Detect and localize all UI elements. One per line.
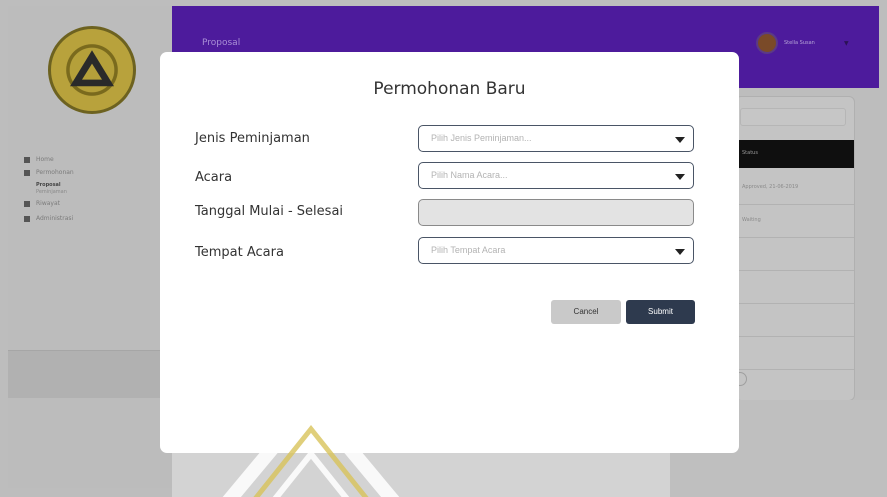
sidebar-item-riwayat[interactable]: Riwayat <box>24 200 74 207</box>
tanggal-label: Tanggal Mulai - Selesai <box>195 204 344 219</box>
admin-icon <box>24 216 30 222</box>
table-row: Waiting <box>736 205 854 238</box>
university-logo <box>48 26 136 114</box>
acara-label: Acara <box>195 170 233 185</box>
chevron-down-icon <box>675 137 685 143</box>
sidebar: Home Permohonan Proposal Peminjaman Riwa… <box>8 6 172 488</box>
new-request-modal: Permohonan Baru Jenis Peminjaman Pilih J… <box>160 52 739 453</box>
tempat-acara-select[interactable]: Pilih Tempat Acara <box>418 237 694 264</box>
sidebar-item-administrasi[interactable]: Administrasi <box>24 215 74 222</box>
jenis-peminjaman-label: Jenis Peminjaman <box>195 131 310 146</box>
jenis-peminjaman-placeholder: Pilih Jenis Peminjaman... <box>431 133 532 143</box>
table-row <box>736 238 854 271</box>
table-row <box>736 304 854 337</box>
avatar[interactable] <box>756 32 778 54</box>
tanggal-input <box>418 199 694 226</box>
chevron-down-icon <box>675 174 685 180</box>
sidebar-item-home[interactable]: Home <box>24 156 74 163</box>
status-column-header: Status <box>742 150 758 156</box>
table-row <box>736 271 854 304</box>
history-icon <box>24 201 30 207</box>
submit-button[interactable]: Submit <box>626 300 695 324</box>
tempat-acara-placeholder: Pilih Tempat Acara <box>431 245 506 255</box>
chevron-down-icon <box>675 249 685 255</box>
user-name[interactable]: Stella Susan <box>784 40 815 46</box>
folder-icon <box>24 170 30 176</box>
sidebar-menu: Home Permohonan Proposal Peminjaman Riwa… <box>24 156 74 228</box>
page-title: Proposal <box>202 38 241 48</box>
acara-select[interactable]: Pilih Nama Acara... <box>418 162 694 189</box>
cancel-button[interactable]: Cancel <box>551 300 621 324</box>
sidebar-subitem-peminjaman[interactable]: Peminjaman <box>36 189 74 196</box>
table-row <box>736 337 854 370</box>
table-row: Approved, 21-06-2019 <box>736 172 854 205</box>
sidebar-subitem-proposal[interactable]: Proposal <box>36 182 74 189</box>
table-header: Status <box>736 140 854 168</box>
sidebar-footer <box>8 350 172 398</box>
acara-placeholder: Pilih Nama Acara... <box>431 170 508 180</box>
home-icon <box>24 157 30 163</box>
table-search-input[interactable] <box>740 108 846 126</box>
sidebar-item-permohonan[interactable]: Permohonan <box>24 169 74 176</box>
tempat-acara-label: Tempat Acara <box>195 245 284 260</box>
chevron-down-icon[interactable]: ▼ <box>844 40 849 47</box>
jenis-peminjaman-select[interactable]: Pilih Jenis Peminjaman... <box>418 125 694 152</box>
modal-title: Permohonan Baru <box>373 79 526 99</box>
